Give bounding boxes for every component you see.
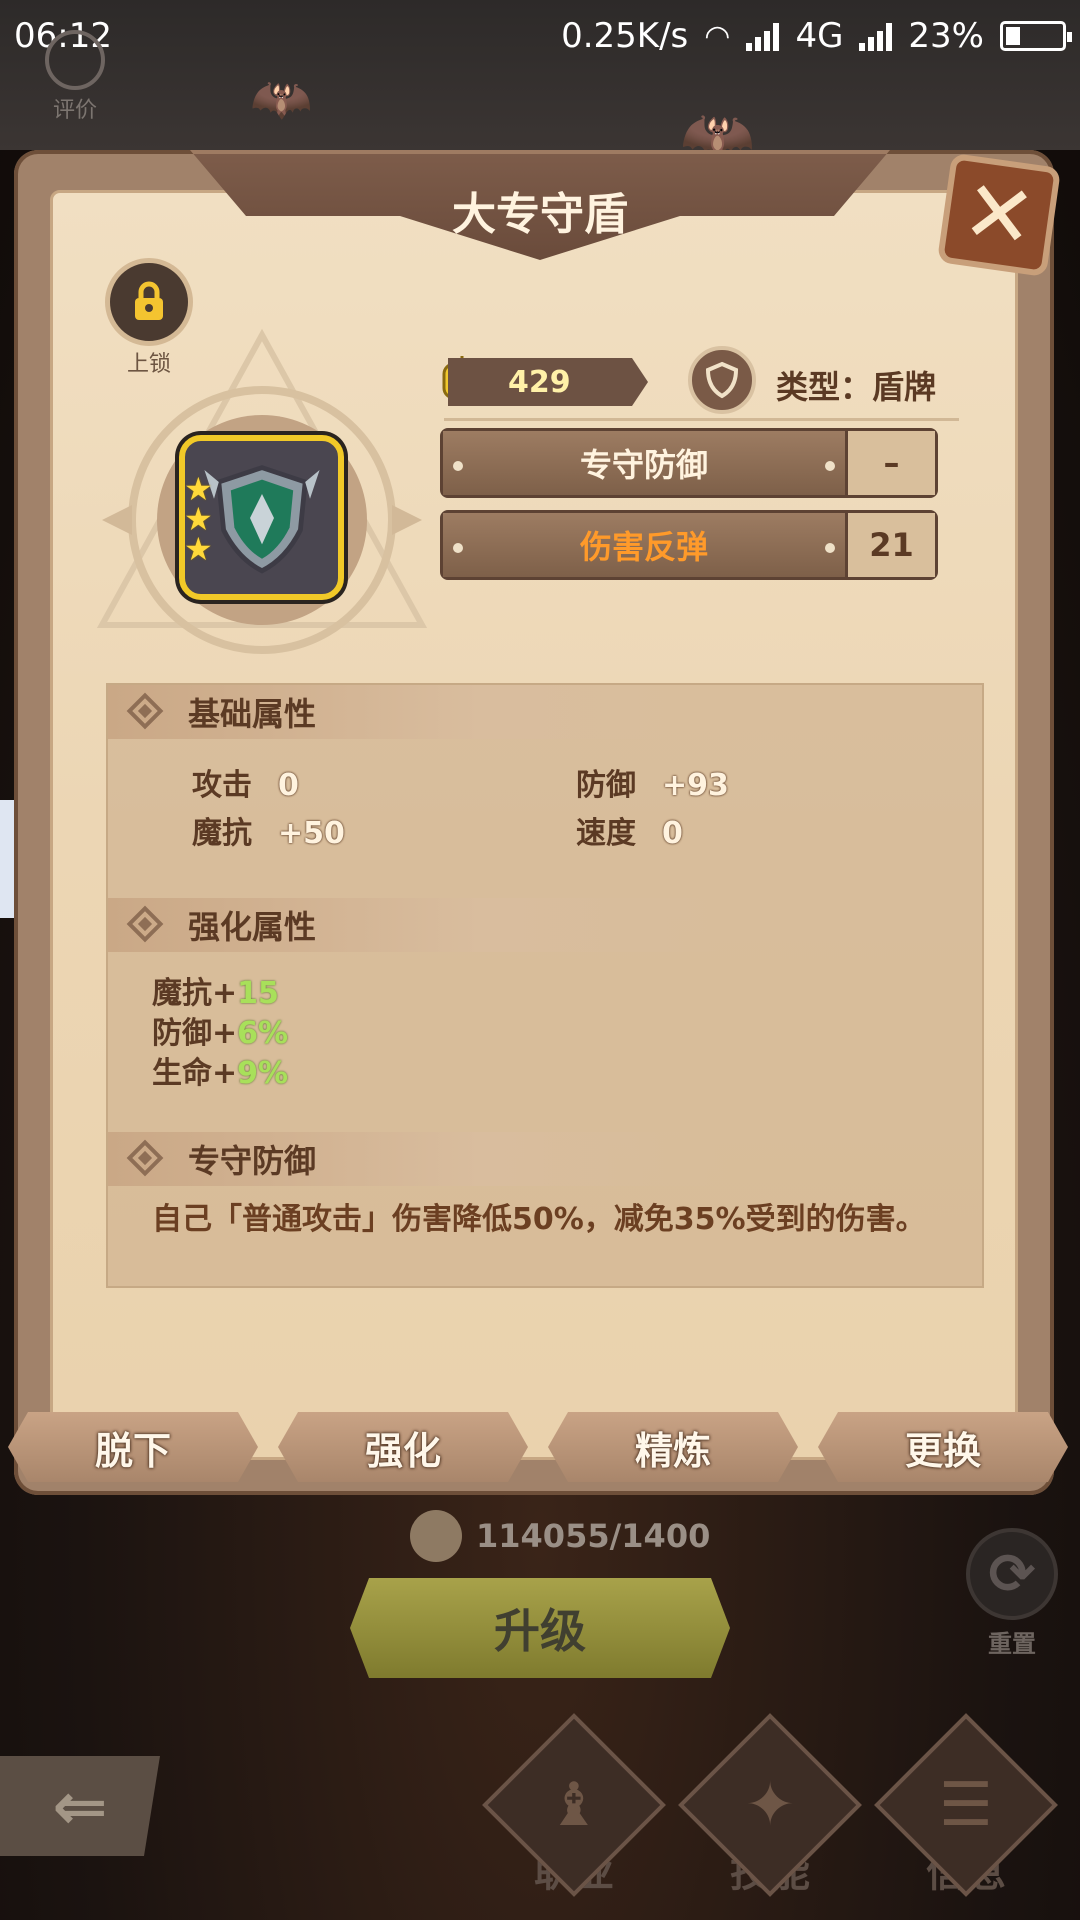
bread-icon: [410, 1510, 462, 1562]
skill-row-damage-reflect[interactable]: 伤害反弹 21: [440, 510, 938, 580]
attr-label: 速度: [576, 816, 636, 851]
replace-button[interactable]: 更换: [818, 1412, 1068, 1482]
resource-counter: 114055/1400: [410, 1510, 710, 1562]
diamond-icon: [126, 905, 164, 943]
class-icon: ♝: [547, 1769, 601, 1840]
attr-value: +50: [278, 816, 345, 851]
attr-label: 魔抗: [192, 816, 252, 851]
exclusive-skill-header: 专守防御: [108, 1132, 728, 1186]
back-button[interactable]: ⇐: [0, 1756, 160, 1856]
close-icon: ✕: [956, 160, 1042, 270]
battery-icon: [1000, 21, 1072, 51]
dialog-title: 大专守盾: [452, 189, 628, 240]
enhance-attr: 生命+9%: [152, 1048, 288, 1092]
attr-defense: 防御 +93: [576, 760, 729, 804]
base-attributes-header: 基础属性: [108, 685, 728, 739]
enhance-value: 6%: [237, 1016, 289, 1051]
back-arrow-icon: ⇐: [52, 1767, 108, 1845]
skill-description: 自己「普通攻击」伤害降低50%，减免35%受到的伤害。: [152, 1202, 926, 1237]
diamond-icon: [126, 692, 164, 730]
enhance-label: 防御+: [152, 1016, 238, 1051]
rating-button[interactable]: 评价: [40, 30, 110, 124]
nav-skill[interactable]: ✦ 技能: [678, 1713, 862, 1898]
reset-label: 重置: [988, 1630, 1036, 1658]
skill-name: 专守防御: [443, 431, 848, 495]
signal-icon-2: [859, 21, 893, 51]
refine-button[interactable]: 精炼: [548, 1412, 798, 1482]
enhance-value: 15: [237, 976, 279, 1011]
wifi-icon: ◠: [704, 18, 731, 54]
rating-label: 评价: [52, 98, 97, 123]
skill-name: 伤害反弹: [443, 513, 848, 577]
attr-speed: 速度 0: [576, 808, 683, 852]
enhance-label: 生命+: [152, 1056, 238, 1091]
attr-attack: 攻击 0: [192, 760, 299, 804]
item-type: 类型：盾牌: [776, 368, 937, 406]
attr-magic-resist: 魔抗 +50: [192, 808, 345, 852]
diamond-icon: [126, 1139, 164, 1177]
info-icon: ☰: [939, 1769, 993, 1840]
network-type: 4G: [795, 16, 844, 56]
section-title: 专守防御: [188, 1142, 317, 1180]
power-value: 429: [448, 358, 648, 406]
enhance-attributes-header: 强化属性: [108, 898, 728, 952]
skill-value: 21: [848, 513, 935, 577]
attr-label: 攻击: [192, 768, 252, 803]
status-bar: 06:12 0.25K/s ◠ 4G 23%: [0, 0, 1080, 72]
skill-row-exclusive-defense[interactable]: 专守防御 –: [440, 428, 938, 498]
net-speed: 0.25K/s: [561, 16, 689, 56]
enhance-value: 9%: [237, 1056, 289, 1091]
enhance-attr: 防御+6%: [152, 1008, 288, 1052]
close-button[interactable]: ✕: [936, 152, 1062, 278]
battery-percent: 23%: [908, 16, 984, 56]
skill-value: –: [848, 431, 935, 495]
enhance-label: 魔抗+: [152, 976, 238, 1011]
enhance-button[interactable]: 强化: [278, 1412, 528, 1482]
bat-decoration: 🦇: [250, 70, 313, 128]
divider: [444, 418, 959, 421]
enhance-attr: 魔抗+15: [152, 968, 279, 1012]
signal-icon: [746, 21, 780, 51]
shield-type-icon: [688, 346, 756, 414]
attr-value: +93: [662, 768, 729, 803]
attr-value: 0: [278, 768, 299, 803]
section-title: 基础属性: [188, 695, 317, 733]
unequip-button[interactable]: 脱下: [8, 1412, 258, 1482]
refresh-icon: ⟳: [966, 1528, 1058, 1620]
shield-icon: [203, 464, 320, 573]
upgrade-button[interactable]: 升级: [350, 1578, 730, 1678]
nav-class[interactable]: ♝ 职业: [482, 1713, 666, 1898]
nav-info[interactable]: ☰ 信息: [874, 1713, 1058, 1898]
attr-value: 0: [662, 816, 683, 851]
resource-count: 114055/1400: [476, 1517, 711, 1555]
attr-label: 防御: [576, 768, 636, 803]
rating-icon: [45, 30, 105, 90]
section-title: 强化属性: [188, 908, 317, 946]
rarity-stars: ★ ★ ★: [184, 470, 213, 568]
skill-icon: ✦: [744, 1770, 796, 1840]
reset-button[interactable]: ⟳ 重置: [962, 1528, 1062, 1659]
